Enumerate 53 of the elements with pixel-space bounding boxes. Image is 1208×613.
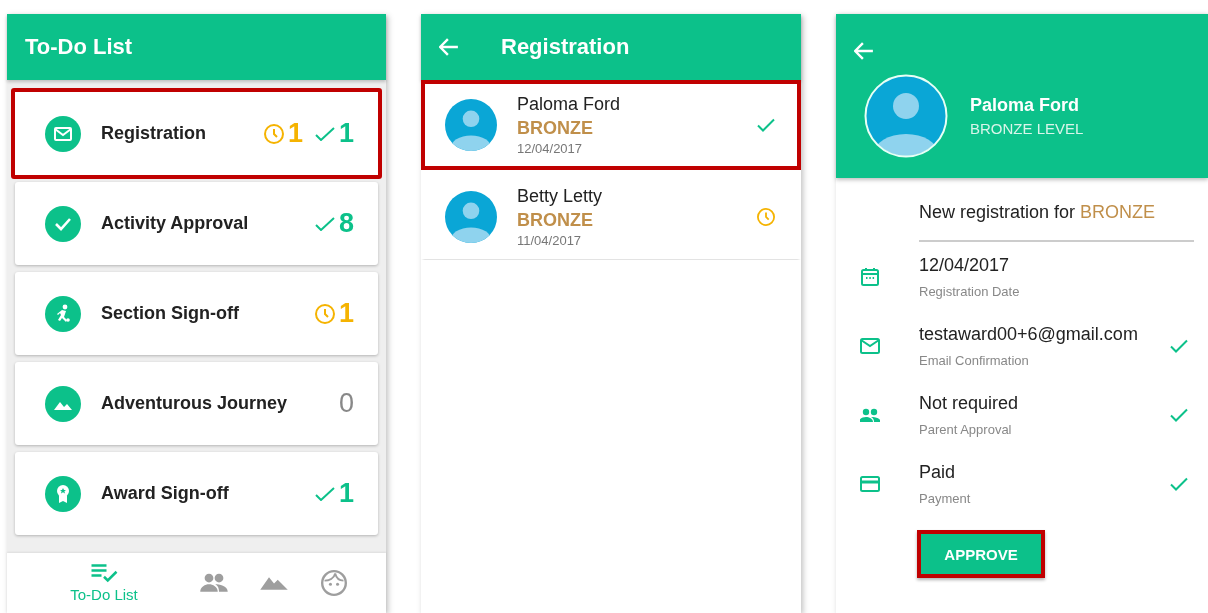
registration-row[interactable]: Betty Letty BRONZE 11/04/2017 (421, 170, 801, 260)
category-icon (45, 295, 81, 332)
todo-card[interactable]: Activity Approval 8 (15, 182, 378, 265)
registration-row[interactable]: Paloma Ford BRONZE 12/04/2017 (421, 80, 801, 170)
count-value: 8 (338, 208, 354, 239)
field-label: Payment (919, 490, 972, 506)
count-value: 0 (338, 388, 354, 419)
category-icon (45, 385, 81, 422)
todo-card[interactable]: Award Sign-off 1 (15, 452, 378, 535)
people-icon (199, 573, 229, 593)
count-value: 1 (287, 118, 303, 149)
field-value: Not required (919, 392, 1020, 414)
category-label: Registration (101, 123, 207, 144)
back-arrow-icon[interactable] (854, 42, 874, 60)
person-name: Paloma Ford (517, 94, 622, 115)
field-value: 12/04/2017 (919, 254, 1011, 276)
registration-date: 12/04/2017 (517, 141, 584, 156)
card-icon (860, 473, 880, 494)
count-value: 1 (338, 298, 354, 329)
face-icon (321, 570, 347, 596)
field-label: Registration Date (919, 283, 1021, 299)
person-name: Betty Letty (517, 185, 604, 207)
avatar-icon (445, 190, 497, 243)
person-name: Paloma Ford (970, 95, 1081, 116)
category-icon (45, 115, 81, 152)
category-label: Section Sign-off (101, 303, 240, 324)
count-value: 1 (338, 478, 354, 509)
todo-card[interactable]: Registration 1 1 (11, 88, 382, 179)
category-icon (45, 475, 81, 512)
category-label: Award Sign-off (101, 483, 230, 504)
screen-title: To-Do List (25, 34, 133, 60)
calendar-icon (860, 266, 880, 287)
todo-card[interactable]: Adventurous Journey 0 (15, 362, 378, 445)
category-label: Adventurous Journey (101, 393, 289, 414)
todo-card[interactable]: Section Sign-off 1 (15, 272, 378, 355)
field-label: Parent Approval (919, 421, 1013, 437)
award-level: BRONZE (517, 209, 594, 231)
category-icon (45, 205, 81, 242)
field-value: testaward00+6@gmail.com (919, 323, 1139, 345)
award-level: BRONZE (517, 118, 594, 139)
checklist-icon (90, 563, 118, 583)
avatar-icon (445, 99, 497, 151)
registration-date: 11/04/2017 (517, 232, 583, 248)
mountain-icon (259, 575, 289, 591)
registration-heading: New registration for BRONZE (919, 202, 1194, 242)
mail-icon (860, 335, 880, 356)
award-level: BRONZE LEVEL (970, 120, 1084, 137)
count-value: 1 (338, 118, 354, 149)
field-label: Email Confirmation (919, 352, 1030, 368)
category-label: Activity Approval (101, 213, 250, 234)
field-value: Paid (919, 461, 957, 483)
back-arrow-icon[interactable] (439, 38, 459, 56)
screen-title: Registration (501, 34, 630, 60)
